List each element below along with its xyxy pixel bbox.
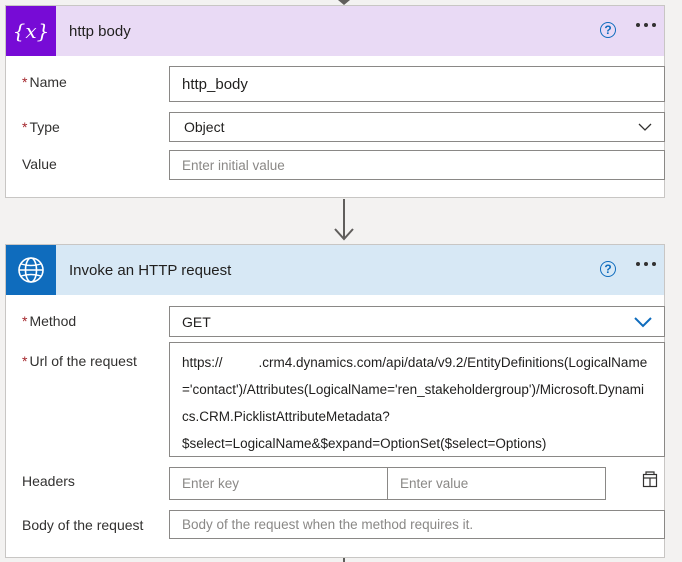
variable-icon-glyph: {x} <box>12 19 50 43</box>
globe-icon-svg <box>18 257 44 283</box>
url-line: cs.CRM.PicklistAttributeMetadata? <box>182 409 390 424</box>
connector-arrow-icon <box>334 228 354 241</box>
type-dropdown[interactable]: Object <box>169 112 665 142</box>
url-line: ='contact')/Attributes(LogicalName='ren_… <box>182 382 645 397</box>
header-value-input[interactable]: Enter value <box>387 467 606 500</box>
card-header[interactable]: {x} http body ? <box>6 6 664 56</box>
value-field[interactable]: Enter initial value <box>169 150 665 180</box>
more-options-icon[interactable] <box>636 23 656 27</box>
more-options-icon[interactable] <box>636 262 656 266</box>
url-field[interactable]: https://.crm4.dynamics.com/api/data/v9.2… <box>169 342 665 457</box>
card-header[interactable]: Invoke an HTTP request ? <box>6 245 664 295</box>
help-icon[interactable]: ? <box>600 261 616 277</box>
chevron-down-icon <box>638 123 652 131</box>
connector-bottom <box>343 558 345 562</box>
globe-icon <box>6 245 56 295</box>
method-dropdown[interactable]: GET <box>169 306 665 337</box>
action-card-http-body: {x} http body ? * Name http_body * Type Ob… <box>5 5 665 198</box>
variable-icon: {x} <box>6 6 56 56</box>
header-key-input[interactable]: Enter key <box>169 467 388 500</box>
name-field[interactable]: http_body <box>169 66 665 102</box>
help-icon[interactable]: ? <box>600 22 616 38</box>
headers-label: Headers <box>22 473 75 489</box>
action-card-http-request: Invoke an HTTP request ? * Method GET * Ur… <box>5 244 665 558</box>
url-label: * Url of the request <box>22 353 137 369</box>
name-label: * Name <box>22 74 67 90</box>
url-line: https://.crm4.dynamics.com/api/data/v9.2… <box>182 355 648 370</box>
value-label: Value <box>22 156 57 172</box>
chevron-down-icon <box>634 316 652 327</box>
switch-to-text-mode-icon[interactable] <box>642 471 658 488</box>
type-label: * Type <box>22 119 60 135</box>
card-title: Invoke an HTTP request <box>69 261 232 279</box>
url-line: $select=LogicalName&$expand=OptionSet($s… <box>182 436 547 451</box>
card-title: http body <box>69 22 131 40</box>
body-field[interactable]: Body of the request when the method requ… <box>169 510 665 539</box>
body-label: Body of the request <box>22 517 144 533</box>
method-label: * Method <box>22 313 77 329</box>
